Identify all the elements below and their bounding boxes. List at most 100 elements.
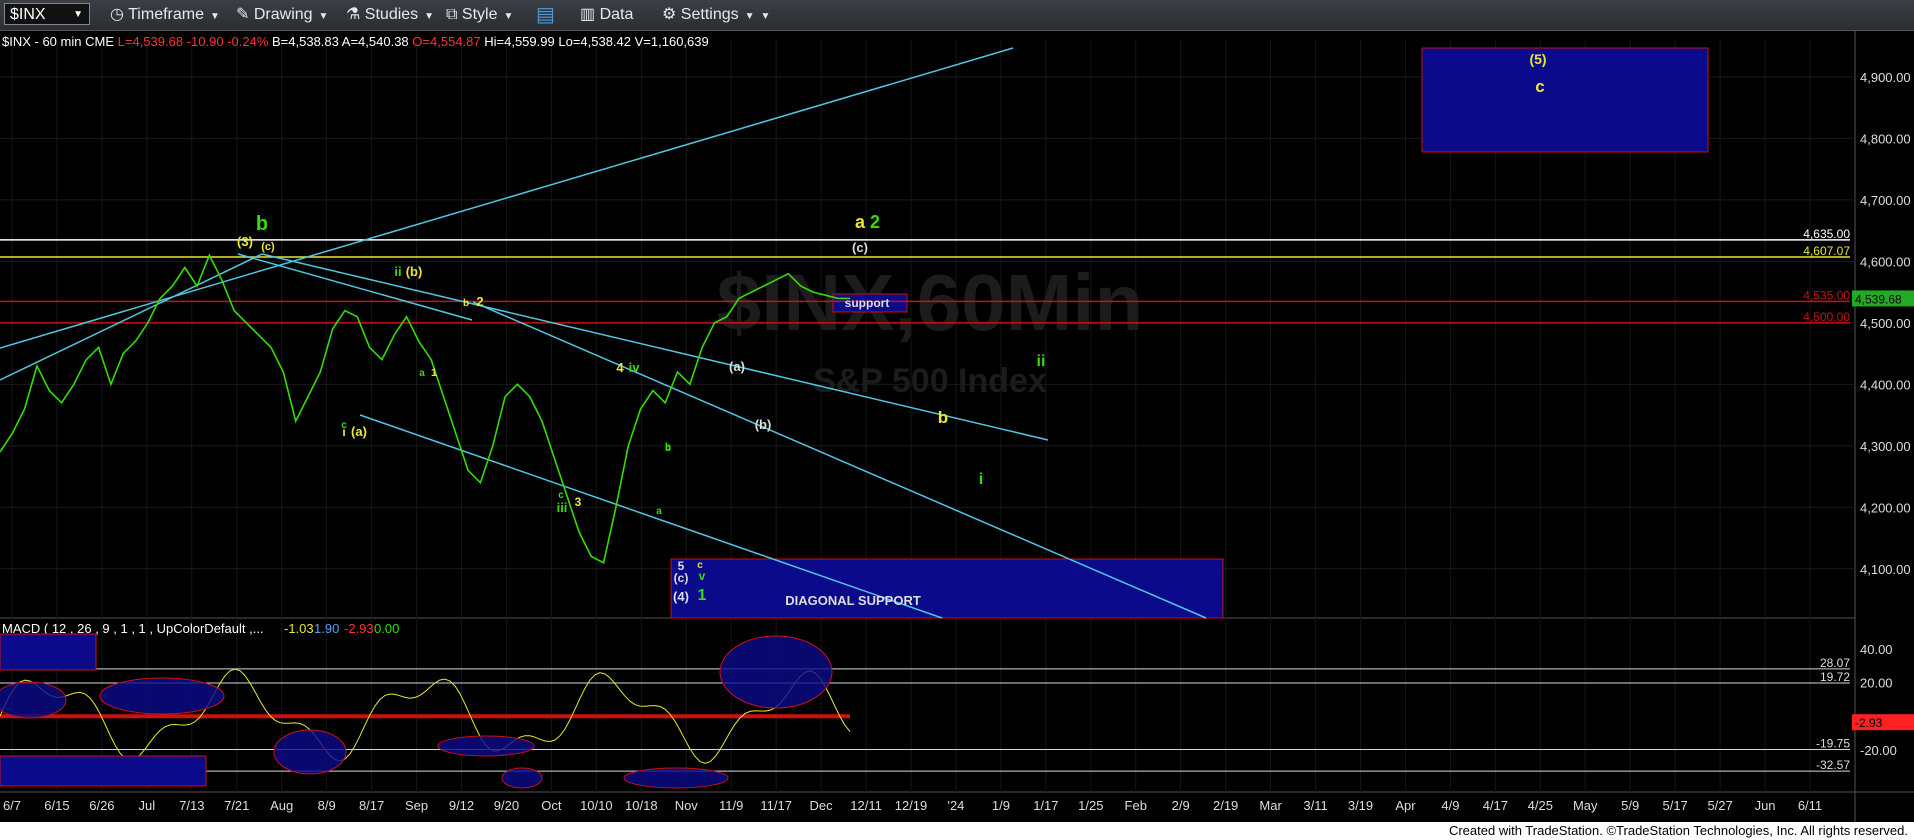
wave-label: 3 (575, 495, 582, 509)
copyright-text: Created with TradeStation. ©TradeStation… (1448, 823, 1908, 838)
wave-label: (4) (673, 589, 689, 604)
x-tick-label: 6/7 (3, 798, 21, 813)
exchange-name: CME (85, 34, 114, 49)
wave-label: 1 (431, 367, 437, 379)
pct-change: -0.24% (227, 34, 269, 49)
wave-label: c (341, 420, 347, 431)
symbol-quote-line: $INX - 60 min CME L=4,539.68 -10.90 -0.2… (2, 34, 709, 49)
wave-label: 1 (698, 587, 707, 604)
x-tick-label: '24 (947, 798, 964, 813)
macd-box (0, 755, 207, 787)
net-change: -10.90 (186, 34, 224, 49)
x-tick-label: Jun (1755, 798, 1776, 813)
x-tick-label: 5/17 (1662, 798, 1687, 813)
wave-label: (b) (406, 264, 423, 279)
x-tick-label: 9/20 (494, 798, 519, 813)
y-tick-label: 4,800.00 (1860, 131, 1911, 146)
wave-label: (c) (674, 571, 689, 585)
trendline (0, 253, 263, 381)
macd-highlight-ellipse (623, 767, 729, 789)
watermark-subtitle: S&P 500 Index (813, 362, 1047, 400)
wave-label: (b) (755, 417, 772, 432)
x-tick-label: Sep (405, 798, 428, 813)
y-tick-label: 4,400.00 (1860, 377, 1911, 392)
x-tick-label: 1/25 (1078, 798, 1103, 813)
y-tick-label: 4,200.00 (1860, 500, 1911, 515)
x-tick-label: 4/9 (1441, 798, 1459, 813)
x-tick-label: 5/9 (1621, 798, 1639, 813)
wave-label: v (699, 569, 706, 583)
wave-label: ii (1037, 353, 1046, 370)
x-tick-label: Mar (1259, 798, 1282, 813)
macd-value: 1.90 (314, 621, 339, 636)
macd-highlight-ellipse (501, 767, 543, 789)
last-price: L=4,539.68 (117, 34, 184, 49)
wave-label: iii (557, 500, 568, 515)
x-tick-label: 12/19 (895, 798, 928, 813)
target-box (1421, 47, 1709, 153)
macd-zero-tag: 0.00 (1855, 703, 1876, 715)
x-tick-label: 7/13 (179, 798, 204, 813)
x-tick-label: 6/26 (89, 798, 114, 813)
x-tick-label: Jul (139, 798, 156, 813)
wave-label: (c) (852, 240, 868, 255)
x-tick-label: 2/9 (1172, 798, 1190, 813)
wave-label: 2 (476, 294, 483, 309)
wave-label: (5) (1529, 51, 1546, 67)
level-label: 4,500.00 (1803, 310, 1850, 324)
x-tick-label: 1/9 (992, 798, 1010, 813)
macd-highlight-ellipse (273, 729, 347, 775)
price-chart[interactable]: 6/7 6/15 6/26 Jul 7/13 7/21 Aug 8/9 8/17 Sep 9/12 9… (0, 0, 1914, 822)
wave-label: b (938, 408, 948, 427)
watermark-title: $INX,60Min (717, 258, 1144, 347)
x-tick-label: 4/17 (1483, 798, 1508, 813)
x-tick-label: 4/25 (1528, 798, 1553, 813)
level-label: 4,607.07 (1803, 244, 1850, 258)
x-tick-label: Aug (270, 798, 293, 813)
y-tick-label: 4,100.00 (1860, 562, 1911, 577)
x-tick-label: 11/9 (719, 798, 743, 813)
last-price-tag: 4,539.68 (1855, 292, 1902, 306)
low-price: Lo=4,538.42 (558, 34, 631, 49)
wave-label: a (419, 368, 425, 379)
footer: Created with TradeStation. ©TradeStation… (0, 822, 1914, 840)
x-tick-label: Oct (541, 798, 562, 813)
x-tick-label: 11/17 (760, 798, 792, 813)
x-tick-label: 3/19 (1348, 798, 1373, 813)
y-tick-label: 4,600.00 (1860, 254, 1911, 269)
macd-current-tag: -2.93 (1855, 716, 1883, 730)
level-label: 4,535.00 (1803, 288, 1850, 302)
wave-label: i (979, 471, 983, 488)
x-tick-label: 9/12 (449, 798, 474, 813)
x-tick-label: Nov (675, 798, 699, 813)
x-tick-label: 7/21 (224, 798, 249, 813)
volume: V=1,160,639 (634, 34, 709, 49)
x-tick-label: 10/10 (580, 798, 613, 813)
wave-label: support (845, 296, 890, 310)
macd-value: 0.00 (374, 621, 399, 636)
wave-label: (a) (729, 359, 745, 374)
bid-price: B=4,538.83 (272, 34, 339, 49)
high-price: Hi=4,559.99 (484, 34, 555, 49)
wave-label: (a) (351, 424, 367, 439)
level-label: 4,635.00 (1803, 227, 1850, 241)
macd-highlight-ellipse (437, 735, 535, 757)
wave-label: iv (629, 360, 641, 375)
macd-level-label: 19.72 (1820, 670, 1850, 684)
x-tick-label: Dec (810, 798, 834, 813)
x-tick-label: 6/15 (44, 798, 69, 813)
macd-y-tick-label: 20.00 (1860, 676, 1893, 691)
x-tick-label: 12/11 (850, 798, 882, 813)
x-tick-label: Feb (1125, 798, 1147, 813)
macd-level-label: -32.57 (1816, 758, 1850, 772)
macd-value: -2.93 (344, 621, 374, 636)
macd-highlight-ellipse (99, 677, 225, 715)
macd-y-tick-label: -20.00 (1860, 743, 1897, 758)
symbol-name: $INX - 60 min (2, 34, 82, 49)
x-tick-label: 8/17 (359, 798, 384, 813)
wave-label: DIAGONAL SUPPORT (785, 593, 921, 608)
wave-label: a (656, 506, 662, 517)
macd-value: -1.03 (284, 621, 314, 636)
wave-label: b (665, 442, 671, 453)
y-tick-label: 4,300.00 (1860, 439, 1911, 454)
